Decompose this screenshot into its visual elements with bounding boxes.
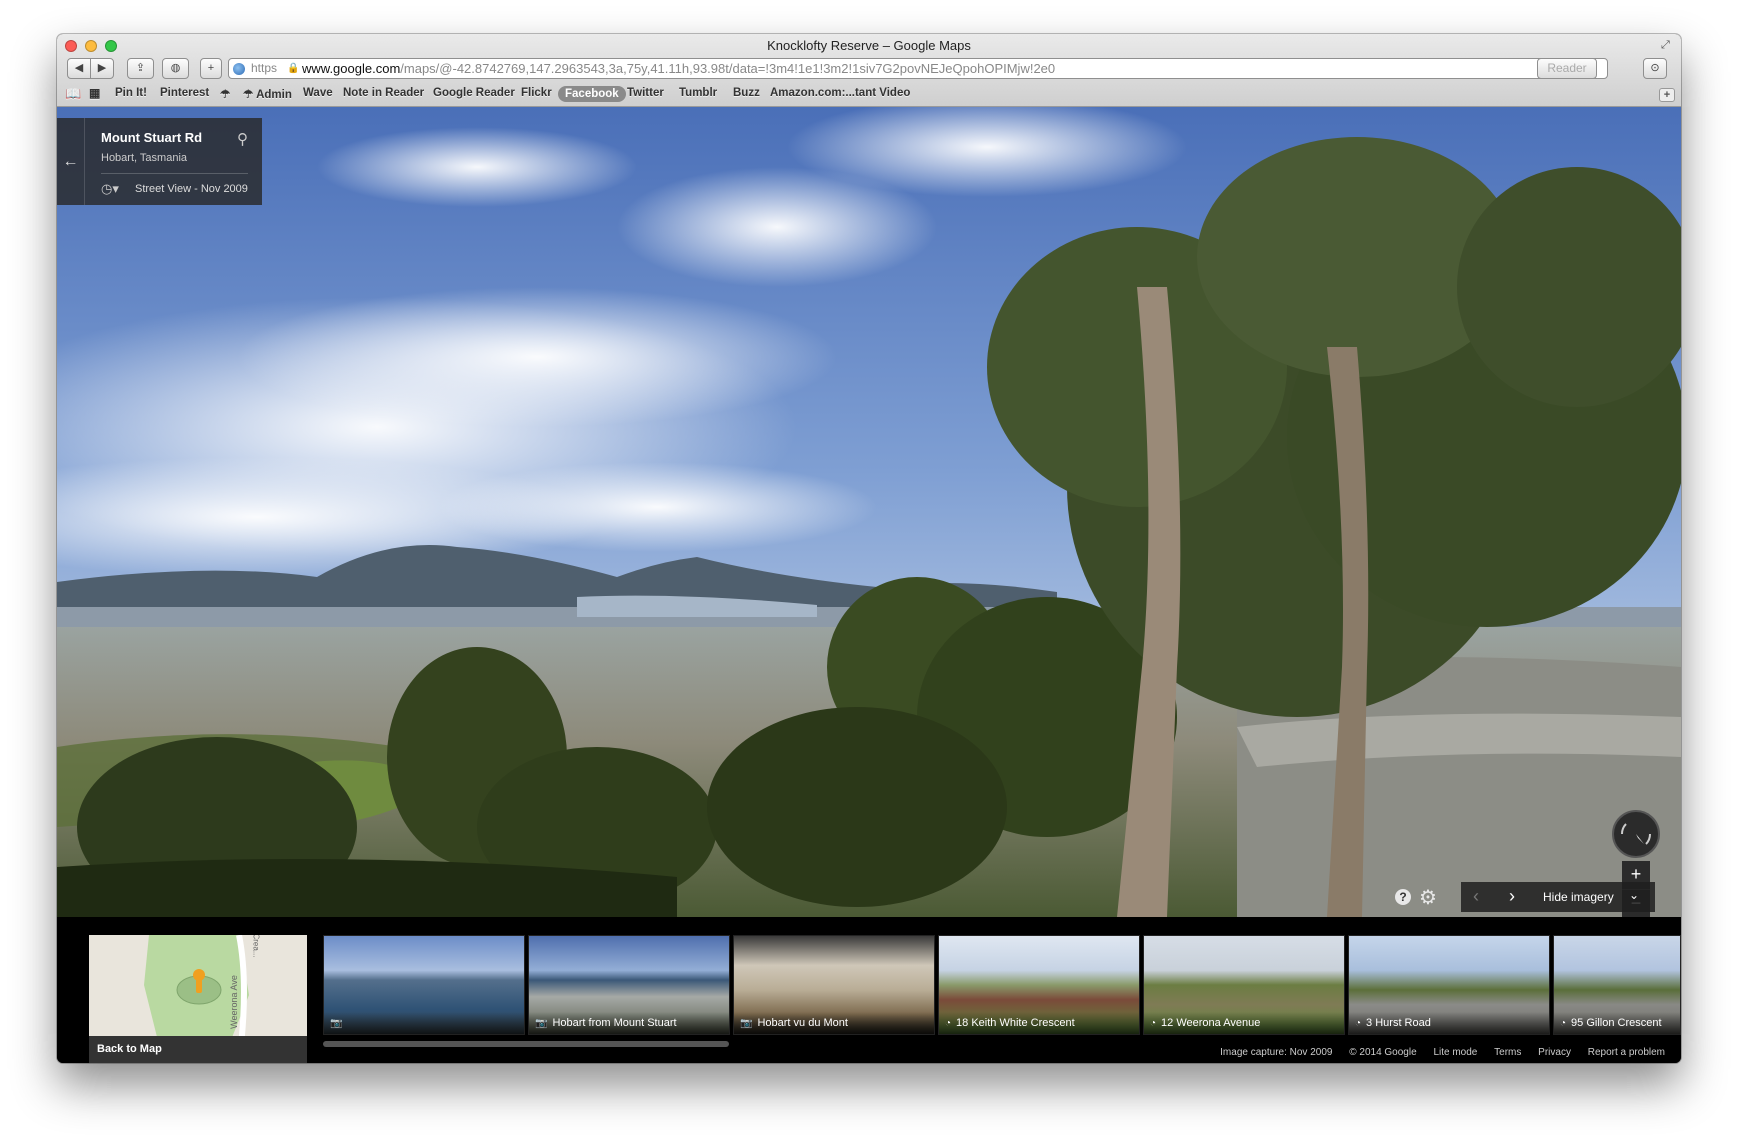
time-machine-icon[interactable]: ◷▾ <box>101 181 119 197</box>
bookmark-google-reader[interactable]: Google Reader <box>433 87 515 99</box>
compass-needle-icon <box>1620 823 1652 845</box>
globe-icon <box>233 63 245 75</box>
thumbnail-2[interactable]: 📷 Hobart from Mount Stuart <box>528 935 730 1035</box>
report-problem-link[interactable]: Report a problem <box>1588 1047 1665 1058</box>
thumbnail-caption: ◔ 18 Keith White Crescent <box>939 1012 1139 1034</box>
camera-icon: 📷 <box>535 1018 548 1029</box>
double-chevron-down-icon[interactable]: ⌄ <box>1629 888 1639 902</box>
lite-mode-link[interactable]: Lite mode <box>1433 1047 1477 1058</box>
camera-icon: 📷 <box>740 1018 753 1029</box>
address-bar[interactable]: https 🔒 www.google.com/maps/@-42.8742769… <box>228 58 1608 79</box>
mini-map[interactable]: Crea... Weerona Ave Back to Map <box>89 935 307 1063</box>
thumbnail-caption: ◔ 12 Weerona Avenue <box>1144 1012 1344 1034</box>
bookmark-note-in-reader[interactable]: Note in Reader <box>343 87 424 99</box>
thumbnail-3[interactable]: 📷 Hobart vu du Mont <box>733 935 935 1035</box>
street-view-icon: ◔ <box>1560 1018 1567 1029</box>
info-divider <box>101 173 248 174</box>
thumbnail-caption: 📷 Hobart vu du Mont <box>734 1012 934 1034</box>
imagery-nav-strip: ‹ › Hide imagery ⌄ <box>1461 882 1655 912</box>
thumbnail-caption-text: 12 Weerona Avenue <box>1161 1017 1261 1029</box>
back-arrow-icon[interactable]: ← <box>57 118 85 205</box>
street-view-icon: ◔ <box>1355 1018 1362 1029</box>
terms-link[interactable]: Terms <box>1494 1047 1521 1058</box>
hide-imagery-button[interactable]: Hide imagery <box>1543 890 1614 904</box>
map-footer: Image capture: Nov 2009 © 2014 Google Li… <box>1181 1047 1681 1063</box>
filmstrip-scrollbar[interactable] <box>323 1041 729 1047</box>
capture-date: Street View - Nov 2009 <box>135 183 248 195</box>
toolbar: ◀ ▶ ⇪ ◍ + https 🔒 www.google.com/maps/@-… <box>57 58 1681 82</box>
thumbnail-1[interactable]: 📷 <box>323 935 525 1035</box>
thumbnail-5[interactable]: ◔ 12 Weerona Avenue <box>1143 935 1345 1035</box>
bookmarks-bar: 📖 ▦ Pin It! Pinterest ☂ ☂ Admin Wave Not… <box>57 84 1681 106</box>
street-view-panorama[interactable]: ← Mount Stuart Rd Hobart, Tasmania ⚲ ◷▾ … <box>57 107 1681 917</box>
bookmark-tumblr[interactable]: Tumblr <box>679 87 717 99</box>
bookmark-flickr[interactable]: Flickr <box>521 87 552 99</box>
help-icon[interactable]: ? <box>1395 889 1411 905</box>
downloads-button[interactable]: ⊙ <box>1643 58 1667 79</box>
thumbnail-caption-text: 3 Hurst Road <box>1366 1017 1431 1029</box>
share-button[interactable]: ⇪ <box>127 58 154 79</box>
next-chevron-icon[interactable]: › <box>1509 886 1515 907</box>
reading-list-icon[interactable]: 📖 <box>65 86 81 102</box>
url-host: www.google.com <box>302 61 401 76</box>
bookmark-amazon[interactable]: Amazon.com:...tant Video <box>770 87 910 99</box>
thumbnail-caption-text: 18 Keith White Crescent <box>956 1017 1075 1029</box>
thumbnail-caption: 📷 Hobart from Mount Stuart <box>529 1012 729 1034</box>
settings-gear-icon[interactable]: ⚙ <box>1419 885 1437 910</box>
location-title[interactable]: Mount Stuart Rd <box>101 130 202 145</box>
copyright-text: © 2014 Google <box>1349 1047 1417 1058</box>
back-button[interactable]: ◀ <box>67 58 91 79</box>
title-bar: Knocklofty Reserve – Google Maps ⤢ <box>57 34 1681 56</box>
window-title: Knocklofty Reserve – Google Maps <box>767 38 971 53</box>
location-subtitle: Hobart, Tasmania <box>101 152 188 164</box>
thumbnail-7[interactable]: ◔ 95 Gillon Crescent <box>1553 935 1681 1035</box>
street-view-icon: ◔ <box>1150 1018 1157 1029</box>
image-capture-date: Image capture: Nov 2009 <box>1220 1047 1333 1058</box>
forward-button[interactable]: ▶ <box>90 58 114 79</box>
back-to-map-button[interactable]: Back to Map <box>89 1036 307 1063</box>
browser-chrome: Knocklofty Reserve – Google Maps ⤢ ◀ ▶ ⇪… <box>57 34 1681 107</box>
reader-button[interactable]: Reader <box>1537 58 1597 79</box>
previous-chevron-icon[interactable]: ‹ <box>1473 886 1479 907</box>
location-info-card: ← Mount Stuart Rd Hobart, Tasmania ⚲ ◷▾ … <box>57 118 262 205</box>
url-scheme: https <box>251 61 278 75</box>
bookmark-wave[interactable]: Wave <box>303 87 333 99</box>
street-view-icon: ◔ <box>945 1018 952 1029</box>
privacy-link[interactable]: Privacy <box>1538 1047 1571 1058</box>
lock-icon: 🔒 <box>287 63 300 74</box>
camera-icon: 📷 <box>330 1018 343 1029</box>
bookmark-twitter[interactable]: Twitter <box>627 87 664 99</box>
thumbnail-caption: ◔ 95 Gillon Crescent <box>1554 1012 1680 1034</box>
top-sites-icon[interactable]: ▦ <box>89 86 100 100</box>
thumbnail-caption: 📷 <box>324 1012 524 1034</box>
add-bookmark-button[interactable]: + <box>200 58 222 79</box>
bookmark-umbrella[interactable]: ☂ <box>220 87 230 101</box>
bookmark-buzz[interactable]: Buzz <box>733 87 760 99</box>
photo-filmstrip: Crea... Weerona Ave Back to Map 📷 📷 Hobar… <box>57 917 1681 1063</box>
panorama-image <box>57 107 1681 917</box>
fullscreen-icon[interactable]: ⤢ <box>1661 39 1673 51</box>
bookmark-pinterest[interactable]: Pinterest <box>160 87 209 99</box>
thumbnail-caption-text: Hobart vu du Mont <box>757 1017 848 1029</box>
url-text: www.google.com/maps/@-42.8742769,147.296… <box>302 59 1055 78</box>
url-path: /maps/@-42.8742769,147.2963543,3a,75y,41… <box>400 61 1056 76</box>
map-pin-icon[interactable]: ⚲ <box>237 130 248 148</box>
thumbnail-caption-text: Hobart from Mount Stuart <box>552 1017 677 1029</box>
bookmark-admin[interactable]: ☂ Admin <box>243 87 292 101</box>
street-label-crea: Crea... <box>251 935 261 958</box>
compass-icon[interactable] <box>1612 810 1660 858</box>
street-label-weerona: Weerona Ave <box>228 975 239 1029</box>
thumbnail-6[interactable]: ◔ 3 Hurst Road <box>1348 935 1550 1035</box>
thumbnail-4[interactable]: ◔ 18 Keith White Crescent <box>938 935 1140 1035</box>
ghostery-button[interactable]: ◍ <box>162 58 189 79</box>
browser-window: Knocklofty Reserve – Google Maps ⤢ ◀ ▶ ⇪… <box>57 34 1681 1063</box>
new-tab-button[interactable]: + <box>1659 88 1675 102</box>
thumbnail-caption-text: 95 Gillon Crescent <box>1571 1017 1662 1029</box>
thumbnail-caption: ◔ 3 Hurst Road <box>1349 1012 1549 1034</box>
bookmark-pin-it[interactable]: Pin It! <box>115 87 147 99</box>
bookmark-facebook[interactable]: Facebook <box>558 86 626 102</box>
